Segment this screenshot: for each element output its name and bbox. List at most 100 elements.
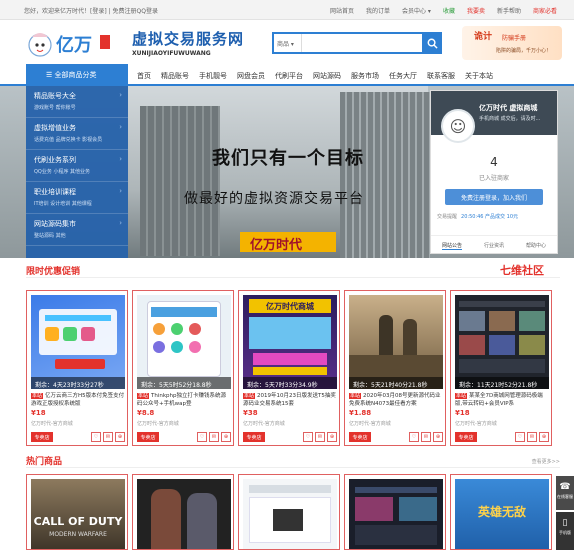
- nav-item-phone-numbers[interactable]: 手机靓号: [194, 64, 232, 86]
- search-input[interactable]: [304, 35, 422, 51]
- cart-icon[interactable]: ⊕: [433, 432, 443, 442]
- nav-item-about[interactable]: 关于本站: [460, 64, 498, 86]
- deal-card[interactable]: 剩余：5天21时40分21.8秒 本站 2020年03月08号更新源代码业免费系统…: [344, 290, 446, 446]
- nav-item-contact[interactable]: 联系客服: [422, 64, 460, 86]
- top-link-member[interactable]: 会员中心 ▾: [399, 4, 434, 17]
- product-title[interactable]: 本站 亿万云商三方H5版本付免签支付游戏正版授权系统版: [31, 392, 125, 408]
- cart-icon[interactable]: ⊕: [221, 432, 231, 442]
- contact-icon[interactable]: ✉: [421, 432, 431, 442]
- promo-title: 诡计: [474, 32, 493, 42]
- register-button[interactable]: 免费注册登录，加入我们: [445, 189, 543, 205]
- category-item[interactable]: › 网站源码集市 整站源码 其他: [26, 214, 128, 246]
- tab-help-center[interactable]: 帮助中心: [526, 242, 546, 250]
- nav-item-service-market[interactable]: 服务市场: [346, 64, 384, 86]
- product-title[interactable]: 本站 某某全7D商城网管理源码极端版,带云转码+会员VIP系: [455, 392, 549, 408]
- banner-subslogan: 做最好的虚拟资源交易平台: [184, 191, 364, 207]
- tab-announcements[interactable]: 网站公告: [441, 242, 462, 250]
- product-image[interactable]: 剩余：11天21时52分21.8秒: [455, 295, 549, 389]
- product-image[interactable]: 剩余：4天23时33分27秒: [31, 295, 125, 389]
- all-categories-button[interactable]: ☰ 全部商品分类: [26, 64, 128, 86]
- nav-item-source-code[interactable]: 网站源码: [308, 64, 346, 86]
- merchant-count-label: 已入驻商家: [478, 175, 509, 182]
- contact-icon[interactable]: ✉: [315, 432, 325, 442]
- logo-text: 亿万: [56, 34, 92, 55]
- favorite-icon[interactable]: ♡: [409, 432, 419, 442]
- user-panel: ☺ 亿万时代 虚拟商城 手机商城 成交后，请及时... 4 已入驻商家 免费注册…: [430, 90, 558, 254]
- tab-industry-news[interactable]: 行业资讯: [484, 242, 504, 250]
- cart-icon[interactable]: ⊕: [327, 432, 337, 442]
- welcome-text: 您好，欢迎来亿万时代！[登录] | 免费注册QQ登录: [24, 8, 158, 15]
- cart-icon[interactable]: ⊕: [115, 432, 125, 442]
- cart-icon[interactable]: ⊕: [539, 432, 549, 442]
- top-link-merchant[interactable]: 商家必看: [530, 4, 560, 17]
- product-image[interactable]: 亿万时代商城 剩余：5天7时33分34.9秒: [243, 295, 337, 389]
- game-title: CALL OF DUTY: [33, 515, 123, 528]
- nav-item-home[interactable]: 首页: [132, 64, 156, 86]
- contact-icon[interactable]: ✉: [527, 432, 537, 442]
- product-title[interactable]: 本站 2020年03月08号更新源代码业免费系统N4073最佳看方案: [349, 392, 443, 408]
- top-link-home[interactable]: 网站首页: [327, 4, 357, 17]
- seller-name[interactable]: 亿万时代-官方商城: [455, 420, 497, 427]
- deal-card[interactable]: 剩余：4天23时33分27秒 本站 亿万云商三方H5版本付免签支付游戏正版授权系统…: [26, 290, 128, 446]
- product-title[interactable]: 本站 2019年10月23日版发送T5抽奖源码业交易系统15套: [243, 392, 337, 408]
- deal-cards: 剩余：4天23时33分27秒 本站 亿万云商三方H5版本付免签支付游戏正版授权系统…: [26, 290, 552, 446]
- product-image[interactable]: 剩余：5天5时52分18.8秒: [137, 295, 231, 389]
- nav-item-accounts[interactable]: 精品账号: [156, 64, 194, 86]
- category-item[interactable]: › 精品账号大全 游戏账号 帮你账号: [26, 86, 128, 118]
- search-button[interactable]: [422, 32, 442, 54]
- nav-item-task-hall[interactable]: 任务大厅: [384, 64, 422, 86]
- main-nav: ☰ 全部商品分类 首页 精品账号 手机靓号 网盘会员 代刷平台 网站源码 服务市…: [0, 64, 574, 86]
- contact-icon[interactable]: ✉: [103, 432, 113, 442]
- banner-logo: 亿万时代: [240, 232, 336, 253]
- hot-product-card[interactable]: CALL OF DUTY MODERN WARFARE: [26, 474, 128, 550]
- nav-item-cloud-vip[interactable]: 网盘会员: [232, 64, 270, 86]
- deal-card[interactable]: 亿万时代商城 剩余：5天7时33分34.9秒 本站 2019年10月23日版发送T…: [238, 290, 340, 446]
- favorite-icon[interactable]: ♡: [515, 432, 525, 442]
- view-more-link[interactable]: 查看更多>>: [532, 458, 560, 465]
- hot-product-card[interactable]: [132, 474, 234, 550]
- mobile-site-button[interactable]: ▯ 手机版: [556, 512, 574, 550]
- top-link-help[interactable]: 新手帮助: [494, 4, 524, 17]
- panel-tabs: 网站公告 行业资讯 帮助中心: [431, 235, 557, 250]
- avatar: ☺: [441, 109, 475, 143]
- top-link-orders[interactable]: 我的订单: [363, 4, 393, 17]
- category-item[interactable]: › 代刷业务系列 QQ业务 小程序 其他业务: [26, 150, 128, 182]
- category-item[interactable]: › 虚拟增值业务 话费充值 品牌兑换卡 影视会员: [26, 118, 128, 150]
- online-service-button[interactable]: ☎ 在线客服: [556, 476, 574, 510]
- product-image[interactable]: 剩余：5天21时40分21.8秒: [349, 295, 443, 389]
- top-link-favorites[interactable]: 收藏: [440, 4, 458, 17]
- favorite-icon[interactable]: ♡: [303, 432, 313, 442]
- search-category-select[interactable]: 商品 ▾: [274, 34, 302, 52]
- top-link-sell[interactable]: 我要卖: [464, 4, 488, 17]
- category-item[interactable]: › 职业培训课程 IT培训 设计培训 其他课程: [26, 182, 128, 214]
- merchant-count: 4: [490, 155, 498, 169]
- promo-note: 陷阱的骗局，千万小心！: [496, 48, 552, 54]
- section-title: 限时优惠促销: [26, 267, 81, 277]
- top-bar: 您好，欢迎来亿万时代！[登录] | 免费注册QQ登录 网站首页 我的订单 会员中…: [0, 0, 574, 20]
- seller-name[interactable]: 亿万时代-官方商城: [349, 420, 391, 427]
- favorite-icon[interactable]: ♡: [197, 432, 207, 442]
- shop-button[interactable]: 专卖店: [31, 432, 53, 442]
- shop-button[interactable]: 专卖店: [455, 432, 477, 442]
- countdown-timer: 剩余：5天5时52分18.8秒: [137, 377, 231, 389]
- shop-button[interactable]: 专卖店: [137, 432, 159, 442]
- site-logo[interactable]: 亿万: [26, 23, 116, 63]
- contact-icon[interactable]: ✉: [209, 432, 219, 442]
- hot-product-card[interactable]: [238, 474, 340, 550]
- shop-button[interactable]: 专卖店: [349, 432, 371, 442]
- section-title: 热门商品: [26, 457, 63, 467]
- nav-item-boost-platform[interactable]: 代刷平台: [270, 64, 308, 86]
- countdown-timer: 剩余：4天23时33分27秒: [31, 377, 125, 389]
- hot-product-card[interactable]: [344, 474, 446, 550]
- deal-card[interactable]: 剩余：11天21时52分21.8秒 本站 某某全7D商城网管理源码极端版,带云转码…: [450, 290, 552, 446]
- hot-cards: CALL OF DUTY MODERN WARFARE 英雄无敌: [26, 474, 552, 550]
- hot-product-card[interactable]: 英雄无敌: [450, 474, 552, 550]
- product-title[interactable]: 本站 Thinkphp独立打卡赚钱系统源码公众号+手机wap登: [137, 392, 231, 408]
- seller-name[interactable]: 亿万时代-官方商城: [137, 420, 179, 427]
- seller-name[interactable]: 亿万时代-官方商城: [243, 420, 285, 427]
- shop-button[interactable]: 专卖店: [243, 432, 265, 442]
- seller-name[interactable]: 亿万时代-官方商城: [31, 420, 73, 427]
- scam-guide-banner[interactable]: 诡计 防骗手册 陷阱的骗局，千万小心！: [462, 26, 562, 60]
- deal-card[interactable]: 剩余：5天5时52分18.8秒 本站 Thinkphp独立打卡赚钱系统源码公众号+…: [132, 290, 234, 446]
- favorite-icon[interactable]: ♡: [91, 432, 101, 442]
